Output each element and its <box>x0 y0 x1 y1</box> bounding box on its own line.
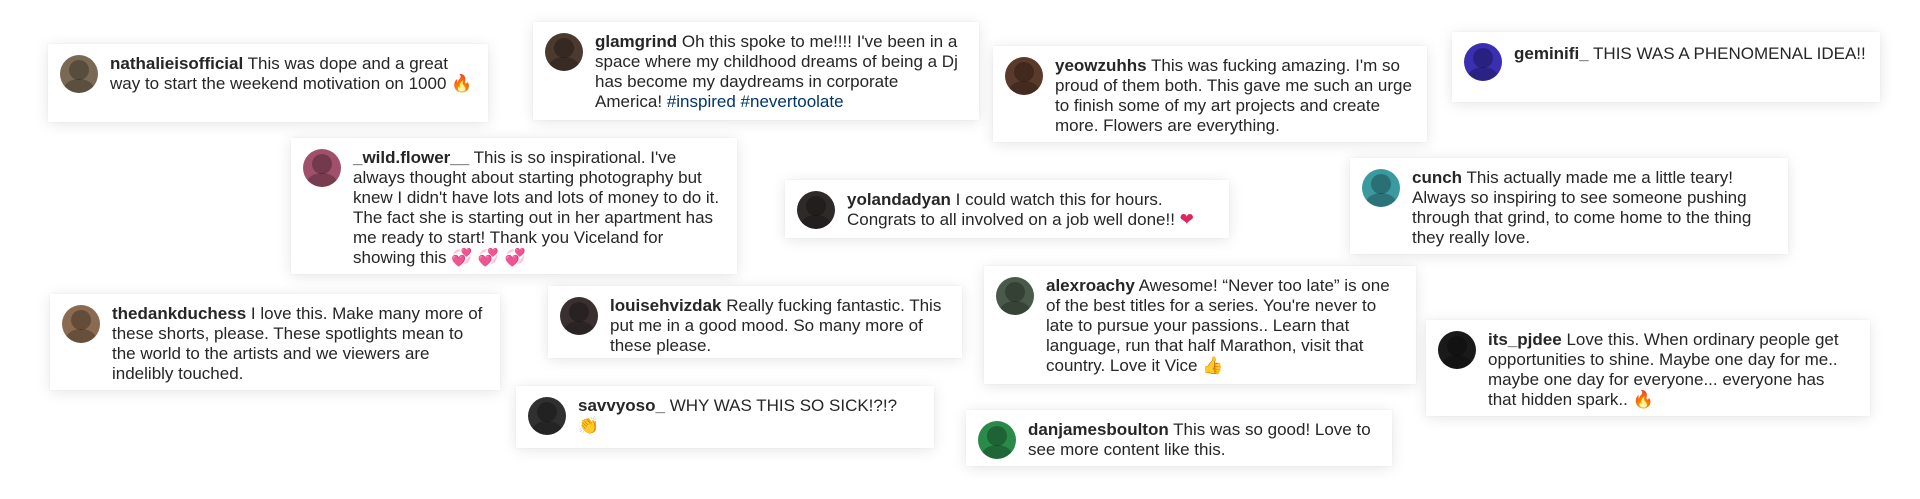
comment-card: yeowzuhhs This was fucking amazing. I'm … <box>993 46 1427 142</box>
comment-username[interactable]: alexroachy <box>1046 276 1135 295</box>
avatar[interactable] <box>1464 43 1502 81</box>
avatar[interactable] <box>978 421 1016 459</box>
comment-text: louisehvizdak Really fucking fantastic. … <box>610 296 948 356</box>
comment-username[interactable]: its_pjdee <box>1488 330 1562 349</box>
comment-card: danjamesboulton This was so good! Love t… <box>966 410 1392 466</box>
avatar[interactable] <box>996 277 1034 315</box>
avatar[interactable] <box>60 55 98 93</box>
avatar[interactable] <box>545 33 583 71</box>
comment-card: savvyoso_ WHY WAS THIS SO SICK!?!? 👏 <box>516 386 934 448</box>
comment-username[interactable]: danjamesboulton <box>1028 420 1169 439</box>
comment-username[interactable]: geminifi_ <box>1514 44 1589 63</box>
comment-text: thedankduchess I love this. Make many mo… <box>112 304 486 384</box>
avatar[interactable] <box>560 297 598 335</box>
comment-body: WHY WAS THIS SO SICK!?!? <box>669 396 898 415</box>
comment-text: its_pjdee Love this. When ordinary peopl… <box>1488 330 1856 410</box>
comment-text: nathalieisofficial This was dope and a g… <box>110 54 474 94</box>
comment-username[interactable]: louisehvizdak <box>610 296 721 315</box>
hearts-emoji: 💞 💞 💞 <box>451 248 526 268</box>
avatar[interactable] <box>1438 331 1476 369</box>
comment-card: its_pjdee Love this. When ordinary peopl… <box>1426 320 1870 416</box>
clapping-emoji: 👏 <box>578 416 600 436</box>
comment-username[interactable]: thedankduchess <box>112 304 246 323</box>
comment-username[interactable]: glamgrind <box>595 32 677 51</box>
comment-text: geminifi_ THIS WAS A PHENOMENAL IDEA!! <box>1514 42 1866 64</box>
comment-username[interactable]: cunch <box>1412 168 1462 187</box>
hashtag-link[interactable]: #inspired <box>667 92 736 111</box>
comment-card: cunch This actually made me a little tea… <box>1350 158 1788 254</box>
avatar[interactable] <box>528 397 566 435</box>
comment-card: nathalieisofficial This was dope and a g… <box>48 44 488 122</box>
comment-text: alexroachy Awesome! “Never too late” is … <box>1046 276 1402 376</box>
comment-text: savvyoso_ WHY WAS THIS SO SICK!?!? 👏 <box>578 396 920 436</box>
comment-username[interactable]: yolandadyan <box>847 190 951 209</box>
heart-emoji: ❤ <box>1179 210 1194 230</box>
comment-card: thedankduchess I love this. Make many mo… <box>50 294 500 390</box>
comment-text: cunch This actually made me a little tea… <box>1412 168 1774 248</box>
thumbs-up-emoji: 👍 <box>1202 356 1224 376</box>
comment-body: THIS WAS A PHENOMENAL IDEA!! <box>1593 44 1866 63</box>
comment-text: danjamesboulton This was so good! Love t… <box>1028 420 1378 460</box>
comment-username[interactable]: nathalieisofficial <box>110 54 243 73</box>
comment-text: _wild.flower__ This is so inspirational.… <box>353 148 723 268</box>
comment-card: geminifi_ THIS WAS A PHENOMENAL IDEA!! <box>1452 32 1880 102</box>
comment-text: yolandadyan I could watch this for hours… <box>847 190 1215 230</box>
comment-username[interactable]: _wild.flower__ <box>353 148 469 167</box>
comment-card: yolandadyan I could watch this for hours… <box>785 180 1229 238</box>
fire-emoji: 🔥 <box>1632 390 1654 410</box>
comment-card: glamgrind Oh this spoke to me!!!! I've b… <box>533 22 979 120</box>
fire-emoji: 🔥 <box>451 74 473 94</box>
comment-card: _wild.flower__ This is so inspirational.… <box>291 138 737 274</box>
comment-card: alexroachy Awesome! “Never too late” is … <box>984 266 1416 384</box>
avatar[interactable] <box>1005 57 1043 95</box>
comment-card: louisehvizdak Really fucking fantastic. … <box>548 286 962 358</box>
avatar[interactable] <box>62 305 100 343</box>
avatar[interactable] <box>303 149 341 187</box>
comment-body: This actually made me a little teary! Al… <box>1412 168 1752 247</box>
avatar[interactable] <box>1362 169 1400 207</box>
hashtag-link[interactable]: #nevertoolate <box>741 92 844 111</box>
avatar[interactable] <box>797 191 835 229</box>
comment-username[interactable]: savvyoso_ <box>578 396 665 415</box>
comment-text: yeowzuhhs This was fucking amazing. I'm … <box>1055 56 1413 136</box>
comment-username[interactable]: yeowzuhhs <box>1055 56 1147 75</box>
comment-text: glamgrind Oh this spoke to me!!!! I've b… <box>595 32 965 112</box>
